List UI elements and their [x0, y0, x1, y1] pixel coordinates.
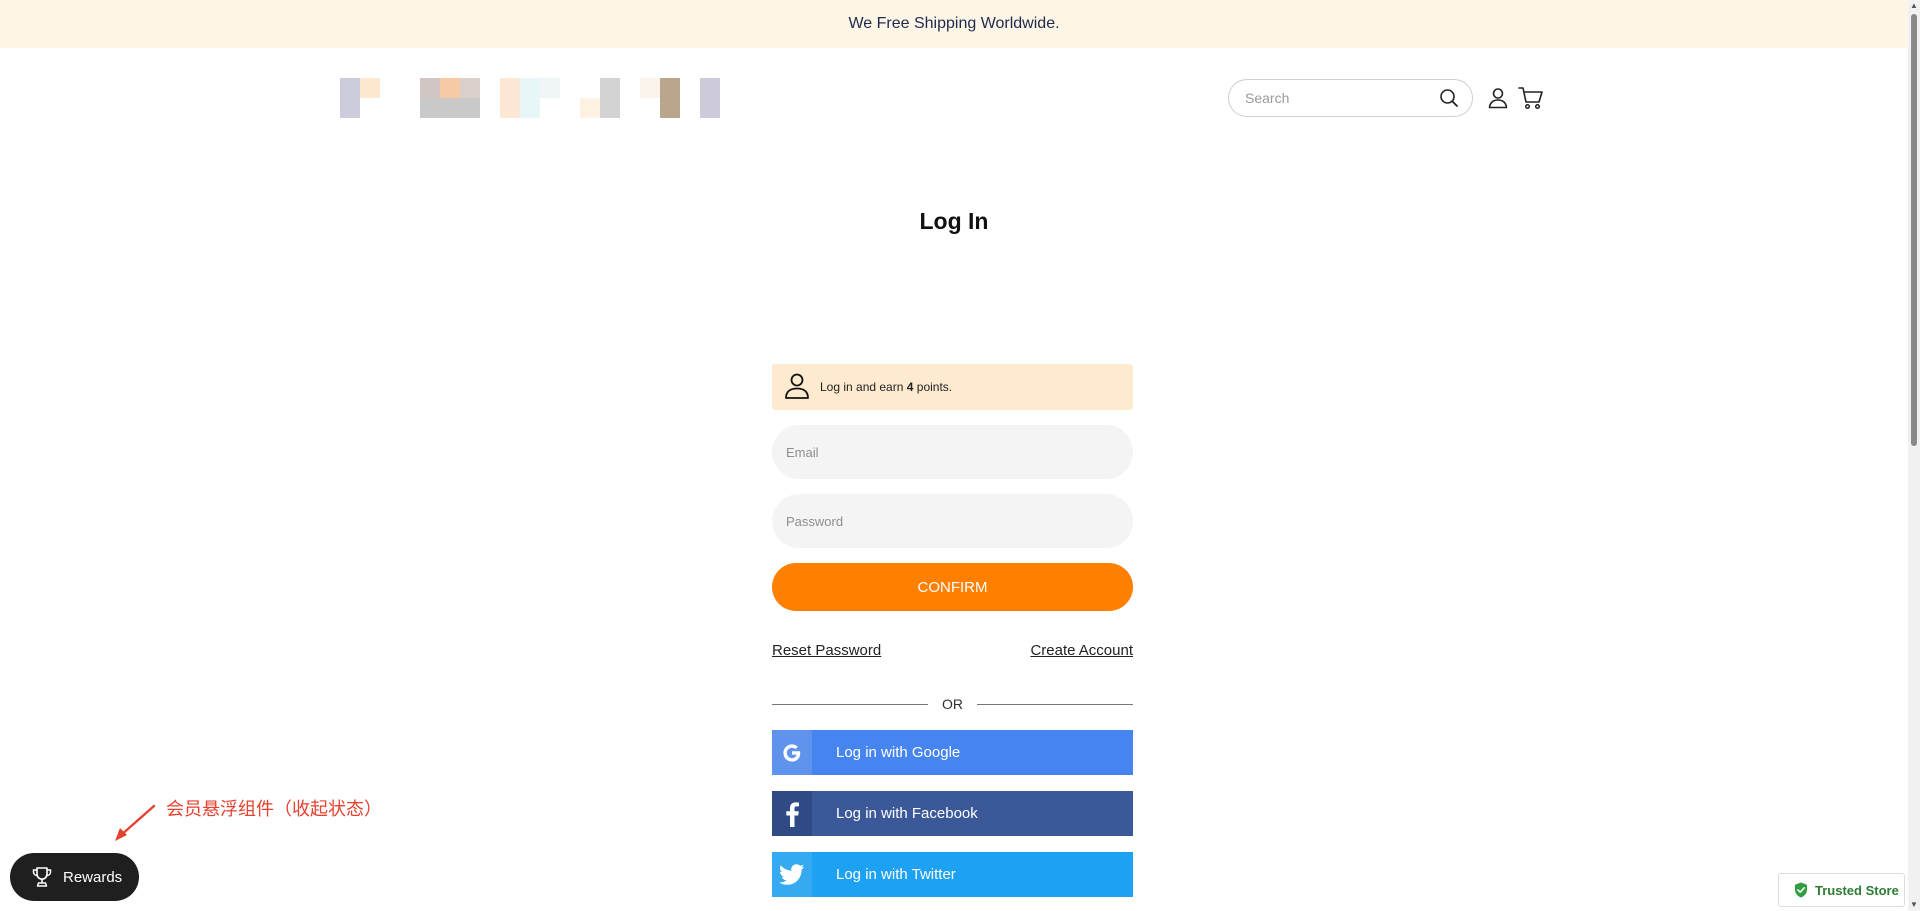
points-banner: Log in and earn 4 points.	[772, 364, 1133, 410]
rewards-label: Rewards	[63, 868, 123, 886]
points-text: Log in and earn 4 points.	[820, 380, 952, 394]
google-login-button[interactable]: Log in with Google	[772, 730, 1133, 775]
trusted-store-label: Trusted Store	[1815, 882, 1899, 898]
email-field[interactable]	[772, 425, 1133, 479]
store-logo[interactable]	[340, 78, 720, 120]
trophy-icon	[30, 865, 54, 889]
announcement-bar: We Free Shipping Worldwide.	[0, 0, 1908, 48]
confirm-button[interactable]: CONFIRM	[772, 563, 1133, 611]
user-icon[interactable]	[1485, 85, 1511, 111]
points-prefix: Log in and earn	[820, 380, 907, 394]
user-outline-icon	[784, 372, 810, 403]
divider-line-left	[772, 703, 928, 705]
page-title: Log In	[919, 208, 989, 234]
cart-icon[interactable]	[1518, 85, 1544, 111]
annotation-arrow-icon	[115, 804, 156, 841]
facebook-login-label: Log in with Facebook	[836, 805, 978, 822]
search-icon[interactable]	[1438, 87, 1460, 109]
twitter-icon	[772, 852, 812, 897]
page: We Free Shipping Worldwide. Log In Lo	[0, 0, 1920, 911]
account-links: Reset Password Create Account	[772, 642, 1133, 664]
annotation-text: 会员悬浮组件（收起状态）	[166, 799, 382, 820]
points-suffix: points.	[913, 380, 953, 394]
search-box[interactable]	[1228, 79, 1473, 117]
page-scrollbar[interactable]: ▲ ▼	[1908, 0, 1920, 911]
scroll-down-arrow-icon[interactable]: ▼	[1910, 901, 1918, 909]
scroll-thumb[interactable]	[1911, 14, 1917, 446]
reset-password-link[interactable]: Reset Password	[772, 642, 881, 664]
twitter-login-label: Log in with Twitter	[836, 866, 956, 883]
google-icon	[772, 730, 812, 775]
email-input[interactable]	[784, 443, 1133, 461]
announcement-text: We Free Shipping Worldwide.	[848, 15, 1060, 32]
facebook-login-button[interactable]: Log in with Facebook	[772, 791, 1133, 836]
facebook-icon	[772, 791, 812, 836]
or-label: OR	[942, 696, 963, 712]
or-divider: OR	[772, 694, 1133, 714]
divider-line-right	[977, 703, 1133, 705]
shield-check-icon	[1793, 882, 1809, 898]
scroll-up-arrow-icon[interactable]: ▲	[1910, 2, 1918, 10]
twitter-login-button[interactable]: Log in with Twitter	[772, 852, 1133, 897]
rewards-launcher[interactable]: Rewards	[10, 853, 139, 901]
google-login-label: Log in with Google	[836, 744, 961, 761]
password-field[interactable]	[772, 494, 1133, 548]
trusted-store-badge[interactable]: Trusted Store	[1778, 873, 1905, 907]
search-input[interactable]	[1243, 89, 1438, 107]
password-input[interactable]	[784, 512, 1133, 530]
create-account-link[interactable]: Create Account	[1030, 642, 1133, 664]
